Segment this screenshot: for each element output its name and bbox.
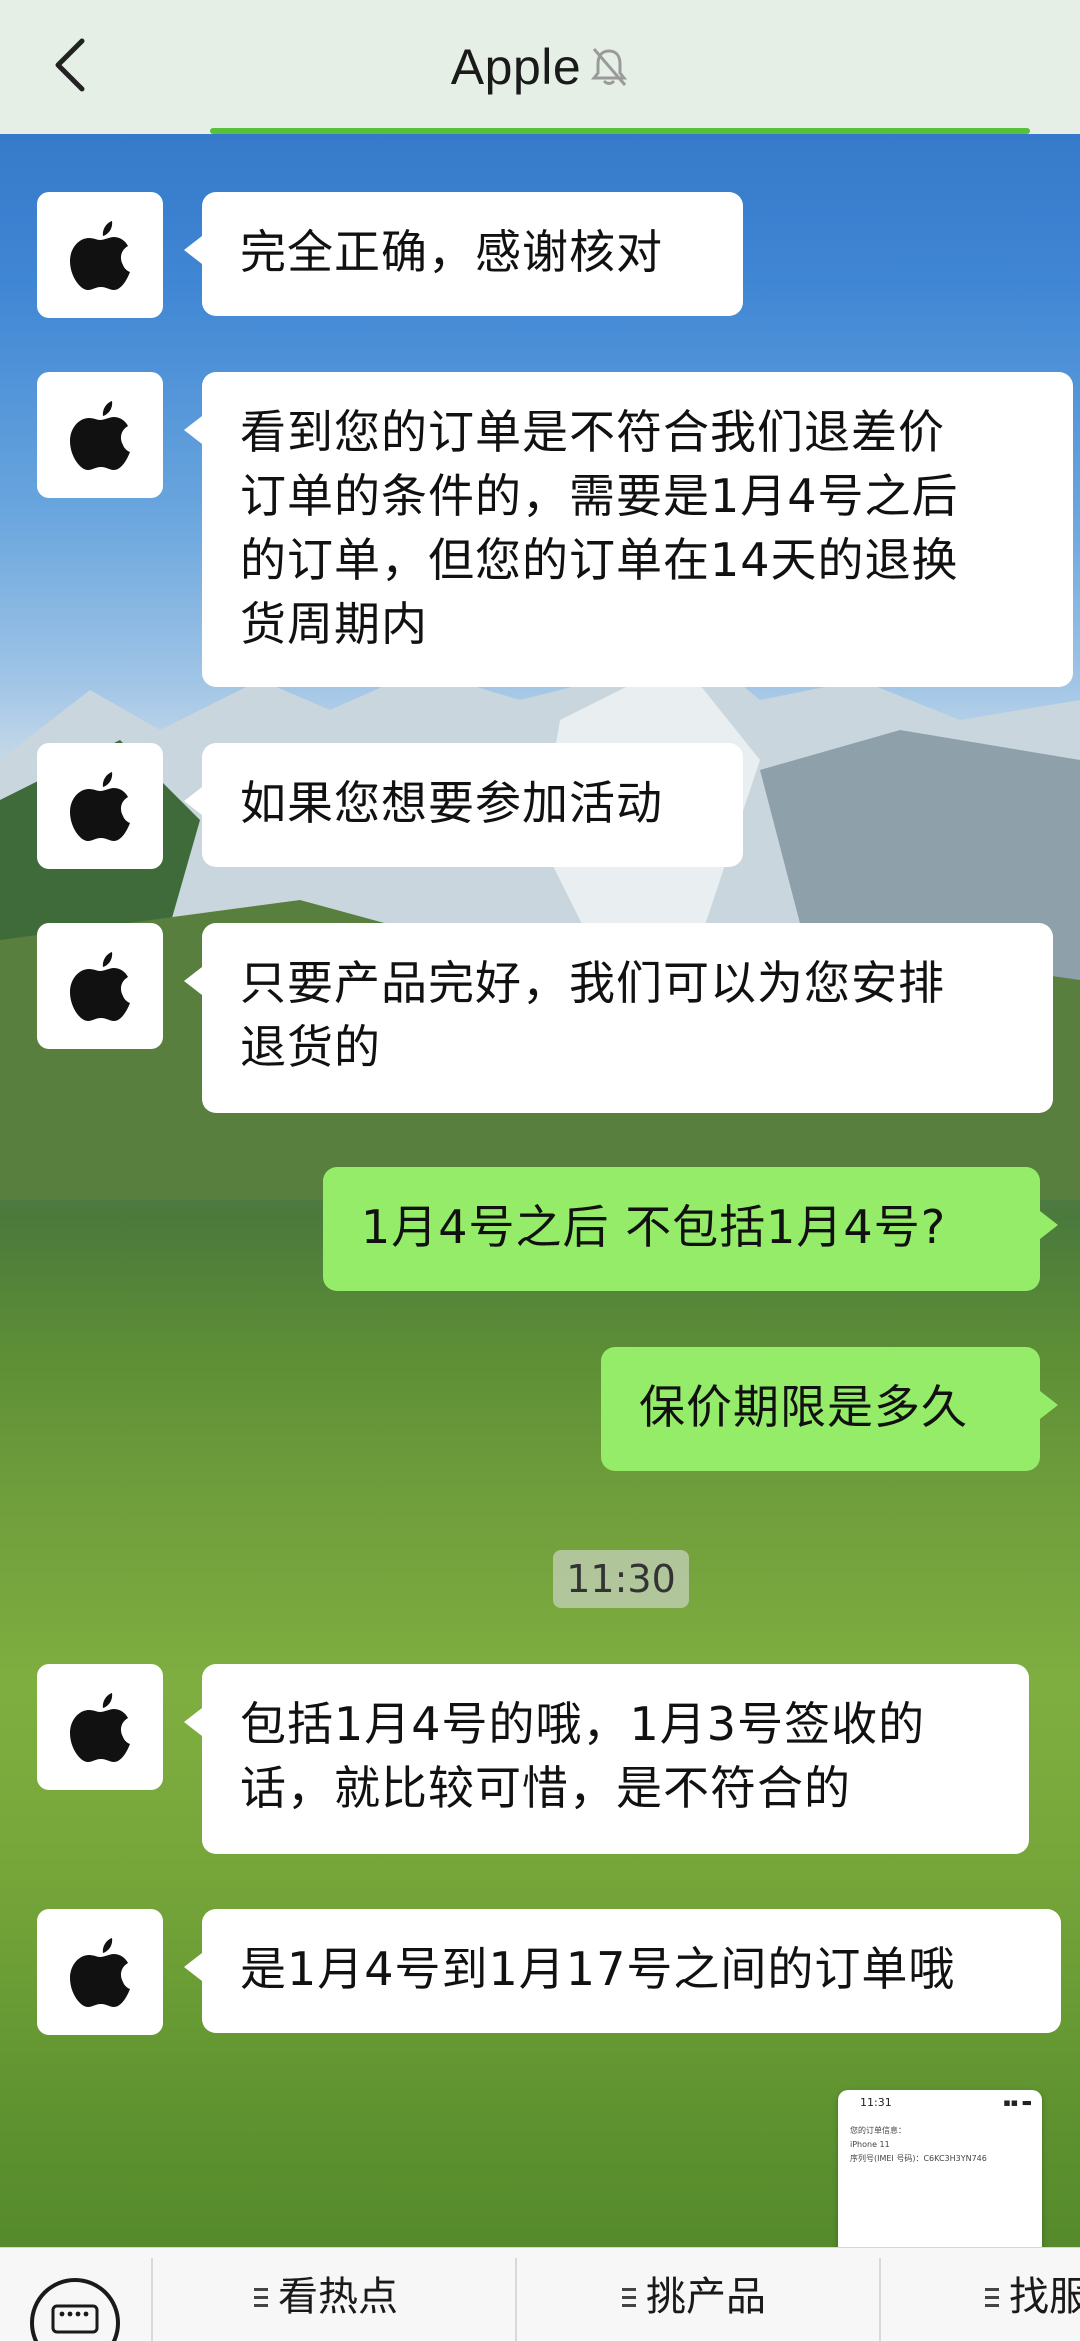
chat-title: Apple — [450, 39, 582, 95]
background-scenery — [0, 650, 1080, 1200]
message-bubble[interactable]: 是1月4号到1月17号之间的订单哦 — [184, 1909, 1061, 2033]
menu-divider — [151, 2258, 153, 2341]
apple-logo-icon — [70, 1693, 130, 1762]
message-line: 的订单，但您的订单在14天的退换 — [240, 533, 959, 587]
sent-message-bubble[interactable]: 1月4号之后 不包括1月4号? — [323, 1167, 1058, 1291]
chat-screen: Apple 完全正确，感谢核对 看到您的订单是不符合我们退差价 订单的条件的，需… — [0, 0, 1080, 2341]
message-line: 货周期内 — [240, 597, 428, 651]
keyboard-icon — [51, 2304, 99, 2334]
apple-logo-icon — [70, 1938, 130, 2007]
menu-item-label: 找服务 — [1009, 2274, 1080, 2320]
message-line: 话，就比较可惜，是不符合的 — [240, 1761, 851, 1815]
avatar[interactable] — [37, 923, 163, 1049]
thumbnail-status-bar: 11:31 ▪▪ ▬ — [838, 2090, 1042, 2109]
message-text: 如果您想要参加活动 — [240, 776, 663, 830]
chat-header: Apple — [0, 0, 1080, 134]
menu-list-icon — [622, 2288, 636, 2307]
avatar[interactable] — [37, 743, 163, 869]
bottom-menu-bar: 看热点 挑产品 找服务 — [0, 2247, 1080, 2341]
message-bubble[interactable]: 完全正确，感谢核对 — [184, 192, 743, 316]
chat-timestamp: 11:30 — [553, 1550, 689, 1608]
apple-logo-icon — [70, 952, 130, 1021]
chevron-left-icon — [55, 38, 85, 92]
thumbnail-text: iPhone 11 — [850, 2140, 890, 2149]
avatar[interactable] — [37, 192, 163, 318]
menu-item-label: 看热点 — [278, 2274, 398, 2320]
avatar[interactable] — [37, 372, 163, 498]
menu-item-label: 挑产品 — [646, 2274, 766, 2320]
message-line: 退货的 — [240, 1020, 381, 1074]
menu-list-icon — [254, 2288, 268, 2307]
thumbnail-text: 您的订单信息： — [850, 2126, 906, 2135]
message-text: 完全正确，感谢核对 — [240, 225, 663, 279]
message-bubble[interactable]: 看到您的订单是不符合我们退差价 订单的条件的，需要是1月4号之后 的订单，但您的… — [184, 372, 1073, 687]
keyboard-toggle-button[interactable] — [30, 2278, 120, 2341]
message-bubble[interactable]: 包括1月4号的哦，1月3号签收的 话，就比较可惜，是不符合的 — [184, 1664, 1029, 1854]
menu-item-services[interactable]: 找服务 — [985, 2264, 1080, 2341]
thumbnail-signal-icon: ▪▪ ▬ — [1003, 2096, 1032, 2109]
chat-title-group: Apple — [451, 38, 629, 96]
bell-muted-icon — [591, 48, 628, 86]
avatar[interactable] — [37, 1664, 163, 1790]
message-bubble[interactable]: 只要产品完好，我们可以为您安排 退货的 — [184, 923, 1053, 1113]
apple-logo-icon — [70, 772, 130, 841]
message-line: 看到您的订单是不符合我们退差价 — [240, 405, 945, 459]
back-button[interactable] — [40, 30, 100, 100]
sent-message-bubble[interactable]: 保价期限是多久 — [601, 1347, 1058, 1471]
menu-list-icon — [985, 2288, 999, 2307]
message-bubble[interactable]: 如果您想要参加活动 — [184, 743, 743, 867]
message-text: 是1月4号到1月17号之间的订单哦 — [240, 1942, 956, 1996]
apple-logo-icon — [70, 221, 130, 290]
message-text: 保价期限是多久 — [639, 1380, 968, 1434]
message-text: 1月4号之后 不包括1月4号? — [361, 1200, 947, 1254]
avatar[interactable] — [37, 1909, 163, 2035]
menu-divider — [879, 2258, 881, 2341]
message-line: 订单的条件的，需要是1月4号之后 — [240, 469, 959, 523]
thumbnail-text: 序列号(IMEI 号码)：C6KC3H3YN746 — [850, 2154, 987, 2163]
message-line: 包括1月4号的哦，1月3号签收的 — [240, 1697, 926, 1751]
menu-item-hot-topics[interactable]: 看热点 — [254, 2264, 398, 2341]
apple-logo-icon — [70, 401, 130, 470]
menu-item-products[interactable]: 挑产品 — [622, 2264, 766, 2341]
message-line: 只要产品完好，我们可以为您安排 — [240, 956, 945, 1010]
menu-divider — [515, 2258, 517, 2341]
header-accent-line — [210, 128, 1030, 134]
thumbnail-time: 11:31 — [860, 2096, 892, 2109]
